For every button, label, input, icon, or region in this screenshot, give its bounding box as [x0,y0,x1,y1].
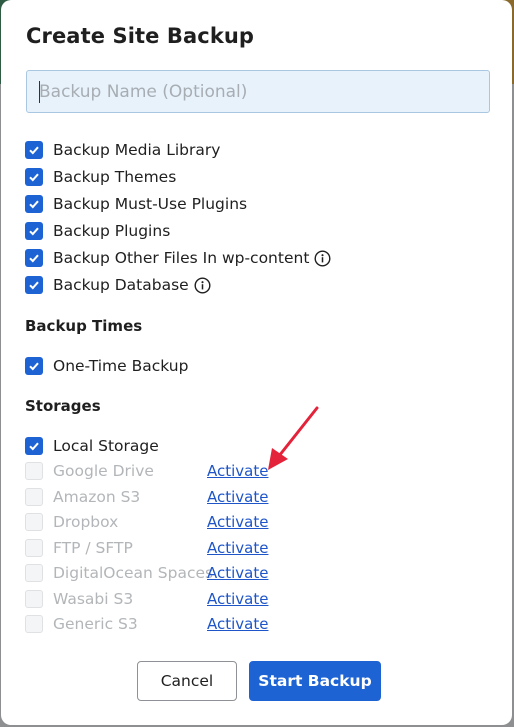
backup-name-input[interactable] [26,70,490,113]
checkbox-disabled [25,488,43,506]
checkbox-checked-icon[interactable] [25,357,43,375]
option-label: Backup Plugins [53,222,171,240]
checkbox-disabled [25,615,43,633]
checkbox-checked-icon[interactable] [25,222,43,240]
option-themes[interactable]: Backup Themes [25,167,176,187]
activate-link-ftp-sftp[interactable]: Activate [207,539,268,557]
option-label: One-Time Backup [53,357,189,375]
checkbox-checked-icon[interactable] [25,437,43,455]
storage-label: DigitalOcean Spaces [53,564,214,582]
checkbox-checked-icon[interactable] [25,195,43,213]
checkbox-checked-icon[interactable] [25,249,43,267]
storage-ftp-sftp: FTP / SFTP [25,538,133,558]
option-label: Backup Other Files In wp-content [53,249,310,267]
option-label: Backup Must-Use Plugins [53,195,248,213]
option-media-library[interactable]: Backup Media Library [25,140,220,160]
activate-link-digitalocean-spaces[interactable]: Activate [207,564,268,582]
option-one-time-backup[interactable]: One-Time Backup [25,356,188,376]
storage-generic-s3: Generic S3 [25,614,138,634]
option-other-files[interactable]: Backup Other Files In wp-content [25,248,331,268]
storage-label: Wasabi S3 [53,590,134,608]
storage-label: Amazon S3 [53,488,141,506]
checkbox-disabled [25,564,43,582]
dialog-title: Create Site Backup [26,24,255,48]
text-cursor [39,81,40,103]
storage-local[interactable]: Local Storage [25,436,159,456]
option-database[interactable]: Backup Database [25,275,211,295]
storage-label: Dropbox [53,513,119,531]
activate-link-dropbox[interactable]: Activate [207,513,268,531]
start-backup-button[interactable]: Start Backup [249,661,381,701]
activate-link-amazon-s3[interactable]: Activate [207,488,268,506]
storage-label: FTP / SFTP [53,539,133,557]
checkbox-checked-icon[interactable] [25,168,43,186]
storage-amazon-s3: Amazon S3 [25,487,140,507]
cancel-button[interactable]: Cancel [137,661,237,701]
checkbox-checked-icon[interactable] [25,276,43,294]
info-circle-icon[interactable] [194,276,211,294]
option-label: Backup Database [53,276,189,294]
option-label: Backup Media Library [53,141,221,159]
activate-link-wasabi-s3[interactable]: Activate [207,590,268,608]
checkbox-disabled [25,513,43,531]
checkbox-disabled [25,590,43,608]
info-circle-icon[interactable] [314,249,331,267]
section-heading-backup-times: Backup Times [25,317,143,335]
option-must-use-plugins[interactable]: Backup Must-Use Plugins [25,194,247,214]
storage-label: Google Drive [53,462,154,480]
storage-digitalocean-spaces: DigitalOcean Spaces [25,563,213,583]
storage-dropbox: Dropbox [25,512,118,532]
activate-link-generic-s3[interactable]: Activate [207,615,268,633]
option-plugins[interactable]: Backup Plugins [25,221,170,241]
checkbox-disabled [25,462,43,480]
activate-link-google-drive[interactable]: Activate [207,462,268,480]
storage-wasabi-s3: Wasabi S3 [25,589,133,609]
storage-google-drive: Google Drive [25,461,154,481]
option-label: Backup Themes [53,168,177,186]
storage-label: Local Storage [53,437,159,455]
section-heading-storages: Storages [25,397,101,415]
checkbox-disabled [25,539,43,557]
storage-label: Generic S3 [53,615,138,633]
checkbox-checked-icon[interactable] [25,141,43,159]
